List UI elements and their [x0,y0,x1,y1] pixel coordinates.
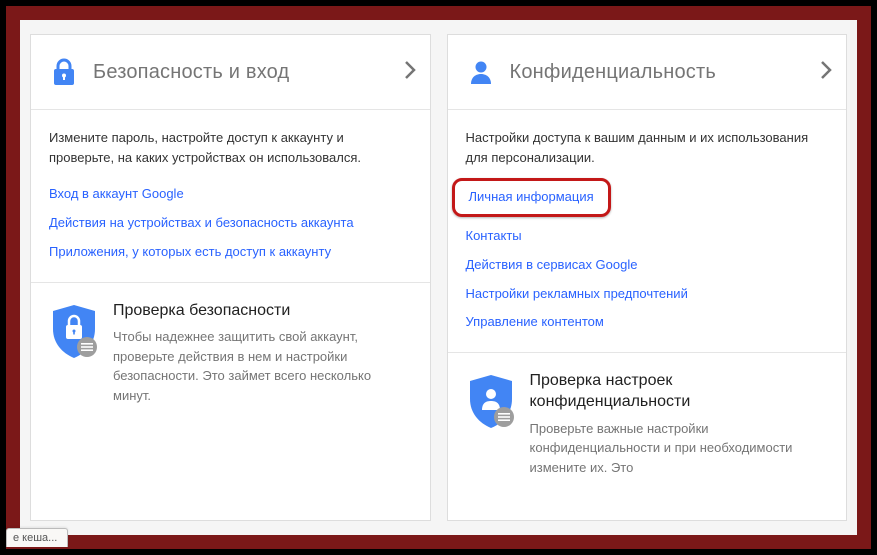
privacy-card: Конфиденциальность Настройки доступа к в… [447,34,848,521]
link-content-control[interactable]: Управление контентом [466,313,829,332]
link-ads-settings[interactable]: Настройки рекламных предпочтений [466,285,829,304]
privacy-card-title: Конфиденциальность [510,61,821,84]
security-card: Безопасность и вход Измените пароль, нас… [30,34,431,521]
shield-lock-icon [49,301,99,406]
security-card-description: Измените пароль, настройте доступ к акка… [49,128,412,167]
link-contacts[interactable]: Контакты [466,227,829,246]
privacy-checkup-subcard[interactable]: Проверка настроек конфиденциальности Про… [448,353,847,477]
person-icon [466,57,496,87]
link-device-activity[interactable]: Действия на устройствах и безопасность а… [49,214,412,233]
security-links: Вход в аккаунт Google Действия на устрой… [49,185,412,262]
chevron-right-icon [820,60,832,85]
privacy-links: Личная информация Контакты Действия в се… [466,185,829,332]
shield-person-icon [466,371,516,477]
link-connected-apps[interactable]: Приложения, у которых есть доступ к акка… [49,243,412,262]
link-personal-info[interactable]: Личная информация [469,189,594,204]
security-checkup-title: Проверка безопасности [113,301,412,322]
privacy-checkup-title: Проверка настроек конфиденциальности [530,371,829,413]
link-google-signin[interactable]: Вход в аккаунт Google [49,185,412,204]
settings-panel: Безопасность и вход Измените пароль, нас… [20,20,857,535]
privacy-card-header[interactable]: Конфиденциальность [448,35,847,110]
chevron-right-icon [404,60,416,85]
lock-icon [49,57,79,87]
security-card-header[interactable]: Безопасность и вход [31,35,430,110]
security-card-title: Безопасность и вход [93,61,404,84]
security-checkup-description: Чтобы надежнее защитить свой аккаунт, пр… [113,327,412,405]
highlighted-link-frame: Личная информация [452,178,611,217]
privacy-checkup-description: Проверьте важные настройки конфиденциаль… [530,419,829,478]
security-checkup-subcard[interactable]: Проверка безопасности Чтобы надежнее защ… [31,283,430,406]
status-bar-tab: е кеша... [6,528,68,547]
link-google-activity[interactable]: Действия в сервисах Google [466,256,829,275]
privacy-card-description: Настройки доступа к вашим данным и их ис… [466,128,829,167]
